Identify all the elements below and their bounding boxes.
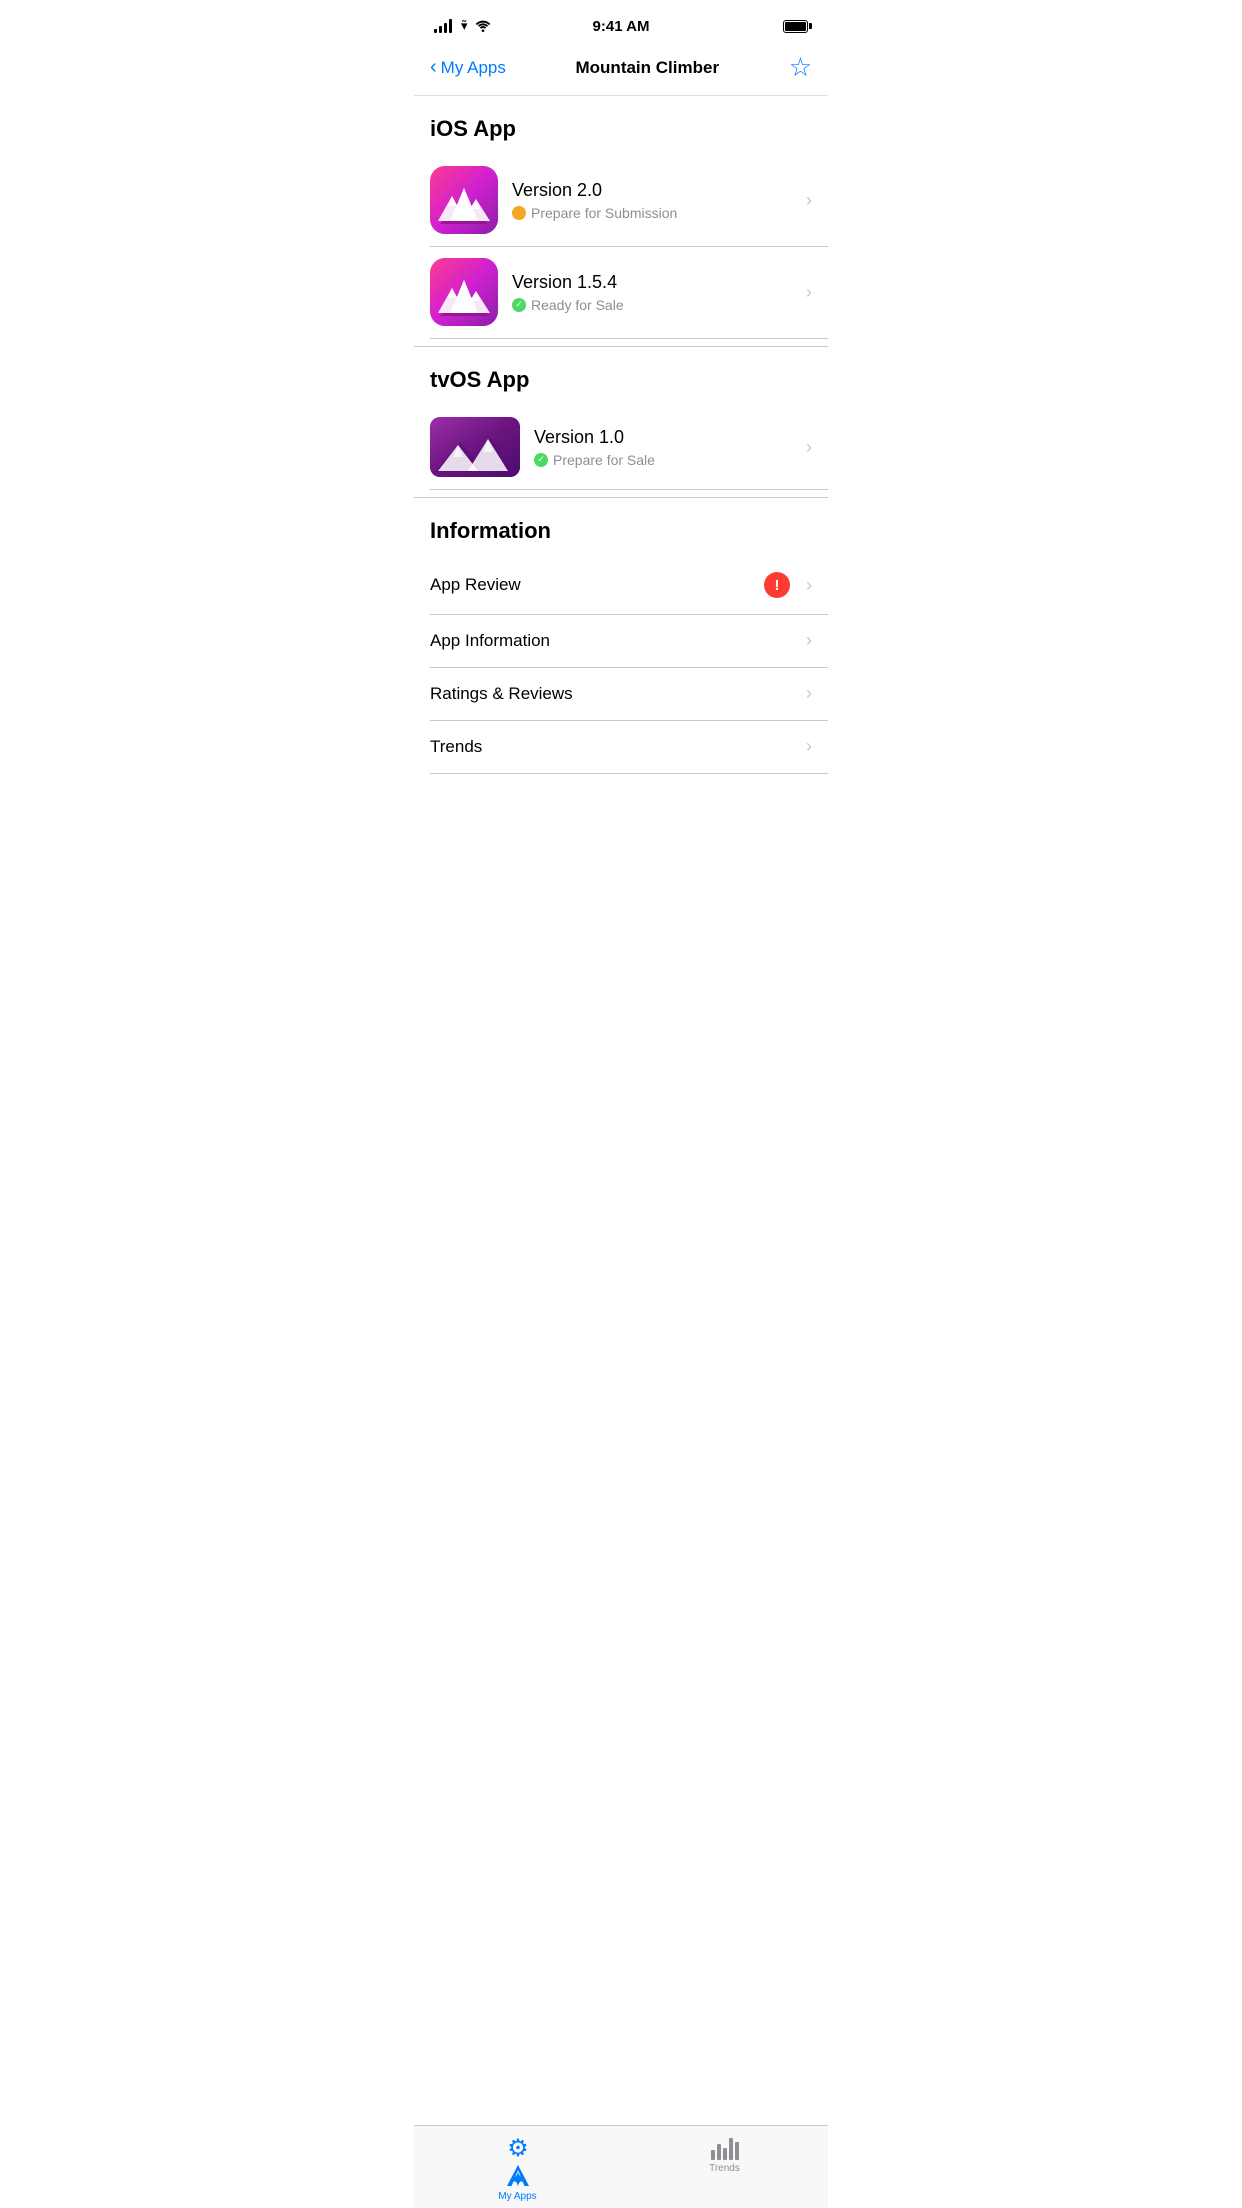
green-check-icon: ✓: [512, 298, 526, 312]
error-badge: !: [764, 572, 790, 598]
ios-v2-info: Version 2.0 Prepare for Submission: [512, 180, 798, 221]
trends-row[interactable]: Trends ›: [414, 720, 828, 773]
app-icon-ios-v2: [430, 166, 498, 234]
chevron-right-icon: ›: [806, 736, 812, 757]
app-review-row[interactable]: App Review ! ›: [414, 556, 828, 614]
app-information-label: App Information: [430, 631, 550, 651]
tab-bar: ⚙ ✦ My Apps Trends: [414, 2125, 828, 2208]
ios-version-1-5-4-row[interactable]: Version 1.5.4 ✓ Ready for Sale ›: [414, 246, 828, 338]
green-check-icon: ✓: [534, 453, 548, 467]
ios-v154-version: Version 1.5.4: [512, 272, 798, 293]
app-information-row[interactable]: App Information ›: [414, 614, 828, 667]
chevron-right-icon: ›: [806, 683, 812, 704]
wifi-icon: ▾̃: [461, 18, 468, 34]
tvos-section-header: tvOS App: [414, 347, 828, 405]
app-review-label: App Review: [430, 575, 521, 595]
ios-v2-version: Version 2.0: [512, 180, 798, 201]
ios-v154-status-text: Ready for Sale: [531, 297, 624, 313]
back-chevron-icon: ‹: [430, 57, 437, 77]
app-review-right: ! ›: [764, 572, 812, 598]
back-label: My Apps: [441, 58, 506, 78]
app-icon-tvos-v1: [430, 417, 520, 477]
wifi-icon: [475, 20, 491, 32]
ios-v154-info: Version 1.5.4 ✓ Ready for Sale: [512, 272, 798, 313]
chevron-right-icon: ›: [806, 190, 812, 211]
ios-v2-status: Prepare for Submission: [512, 205, 798, 221]
app-icon-ios-v154: [430, 258, 498, 326]
app-information-right: ›: [798, 630, 812, 651]
tab-trends-label: Trends: [709, 2163, 740, 2174]
tab-trends[interactable]: Trends: [621, 2134, 828, 2174]
information-section-header: Information: [414, 498, 828, 556]
content-area: iOS App: [414, 96, 828, 856]
ios-version-2-row[interactable]: Version 2.0 Prepare for Submission ›: [414, 154, 828, 246]
my-apps-icon: [503, 2162, 533, 2190]
ios-v154-status: ✓ Ready for Sale: [512, 297, 798, 313]
ratings-reviews-label: Ratings & Reviews: [430, 684, 573, 704]
tvos-v1-info: Version 1.0 ✓ Prepare for Sale: [534, 427, 798, 468]
ios-v2-status-text: Prepare for Submission: [531, 205, 677, 221]
favorite-button[interactable]: ☆: [789, 52, 812, 83]
ios-section-header: iOS App: [414, 96, 828, 154]
signal-strength-icon: [434, 19, 452, 33]
navigation-header: ‹ My Apps Mountain Climber ☆: [414, 44, 828, 96]
signal-area: ▾̃: [434, 18, 491, 34]
tvos-v1-version: Version 1.0: [534, 427, 798, 448]
battery-icon: [783, 20, 808, 33]
trends-label: Trends: [430, 737, 482, 757]
tab-my-apps[interactable]: ⚙ ✦ My Apps: [414, 2134, 621, 2202]
ratings-reviews-row[interactable]: Ratings & Reviews ›: [414, 667, 828, 720]
tvos-v1-status: ✓ Prepare for Sale: [534, 452, 798, 468]
yellow-status-icon: [512, 206, 526, 220]
tvos-v1-status-text: Prepare for Sale: [553, 452, 655, 468]
trends-right: ›: [798, 736, 812, 757]
status-time: 9:41 AM: [593, 18, 650, 35]
status-bar: ▾̃ 9:41 AM: [414, 0, 828, 44]
ratings-reviews-right: ›: [798, 683, 812, 704]
svg-text:⚙: ⚙: [507, 2135, 529, 2162]
chevron-right-icon: ›: [806, 575, 812, 596]
app-store-icon: ⚙: [504, 2134, 532, 2162]
back-button[interactable]: ‹ My Apps: [430, 58, 506, 78]
chevron-right-icon: ›: [806, 630, 812, 651]
trends-icon: [711, 2134, 739, 2160]
chevron-right-icon: ›: [806, 437, 812, 458]
page-title: Mountain Climber: [576, 58, 720, 78]
tvos-version-1-row[interactable]: Version 1.0 ✓ Prepare for Sale ›: [414, 405, 828, 489]
chevron-right-icon: ›: [806, 282, 812, 303]
tab-my-apps-label: My Apps: [498, 2191, 536, 2202]
